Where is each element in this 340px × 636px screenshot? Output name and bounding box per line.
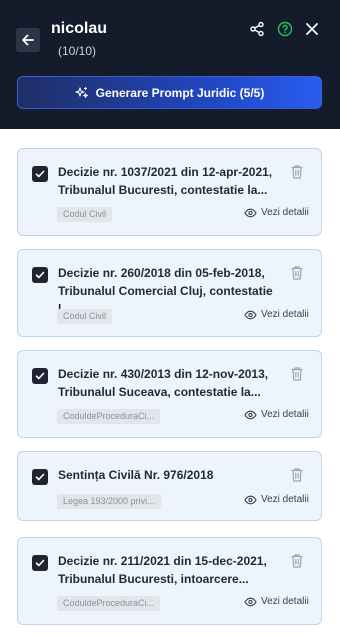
- case-title[interactable]: Decizie nr. 430/2013 din 12-nov-2013, Tr…: [58, 365, 286, 401]
- trash-icon[interactable]: [290, 265, 304, 281]
- eye-icon: [244, 310, 257, 319]
- law-tag: Codul Civil: [57, 309, 113, 324]
- view-details-link[interactable]: Vezi detalii: [244, 309, 309, 320]
- eye-icon: [244, 597, 257, 606]
- case-checkbox[interactable]: [32, 555, 48, 571]
- view-details-link[interactable]: Vezi detalii: [244, 596, 309, 607]
- case-card: Decizie nr. 211/2021 din 15-dec-2021, Tr…: [17, 537, 322, 625]
- view-details-label: Vezi detalii: [261, 309, 309, 320]
- generate-prompt-button[interactable]: Generare Prompt Juridic (5/5): [17, 76, 322, 109]
- case-checkbox[interactable]: [32, 166, 48, 182]
- eye-icon: [244, 208, 257, 217]
- law-tag: CoduldeProceduraCi...: [57, 409, 161, 424]
- case-checkbox[interactable]: [32, 267, 48, 283]
- check-icon: [35, 372, 45, 380]
- view-details-link[interactable]: Vezi detalii: [244, 207, 309, 218]
- law-tag: Legea 193/2000 privi...: [57, 494, 161, 509]
- case-title[interactable]: Sentința Civilă Nr. 976/2018: [58, 466, 286, 484]
- help-button[interactable]: [275, 19, 295, 39]
- case-card: Decizie nr. 260/2018 din 05-feb-2018, Tr…: [17, 249, 322, 337]
- eye-icon: [244, 410, 257, 419]
- view-details-label: Vezi detalii: [261, 494, 309, 505]
- sparkles-icon: [75, 86, 88, 98]
- case-title[interactable]: Decizie nr. 1037/2021 din 12-apr-2021, T…: [58, 163, 286, 199]
- case-card: Sentința Civilă Nr. 976/2018 Legea 193/2…: [17, 451, 322, 521]
- view-details-label: Vezi detalii: [261, 409, 309, 420]
- generate-prompt-label: Generare Prompt Juridic (5/5): [95, 85, 265, 100]
- view-details-link[interactable]: Vezi detalii: [244, 409, 309, 420]
- view-details-link[interactable]: Vezi detalii: [244, 494, 309, 505]
- arrow-left-icon: [22, 34, 34, 46]
- header: nicolau (10/10) Generare Prompt Juridic …: [0, 0, 340, 129]
- page-title: nicolau: [51, 20, 108, 37]
- view-details-label: Vezi detalii: [261, 596, 309, 607]
- close-button[interactable]: [302, 19, 322, 39]
- law-tag: CoduldeProceduraCi...: [57, 596, 161, 611]
- check-icon: [35, 271, 45, 279]
- share-icon: [250, 21, 264, 37]
- check-icon: [35, 473, 45, 481]
- eye-icon: [244, 495, 257, 504]
- check-icon: [35, 170, 45, 178]
- share-button[interactable]: [247, 19, 267, 39]
- close-icon: [306, 23, 318, 35]
- view-details-label: Vezi detalii: [261, 207, 309, 218]
- case-checkbox[interactable]: [32, 469, 48, 485]
- trash-icon[interactable]: [290, 366, 304, 382]
- check-icon: [35, 559, 45, 567]
- trash-icon[interactable]: [290, 467, 304, 483]
- case-card: Decizie nr. 1037/2021 din 12-apr-2021, T…: [17, 148, 322, 236]
- selection-count: (10/10): [58, 44, 97, 58]
- trash-icon[interactable]: [290, 553, 304, 569]
- help-icon: [277, 21, 293, 37]
- trash-icon[interactable]: [290, 164, 304, 180]
- case-checkbox[interactable]: [32, 368, 48, 384]
- case-title[interactable]: Decizie nr. 211/2021 din 15-dec-2021, Tr…: [58, 552, 286, 588]
- law-tag: Codul Civil: [57, 207, 113, 222]
- case-card: Decizie nr. 430/2013 din 12-nov-2013, Tr…: [17, 350, 322, 438]
- back-button[interactable]: [16, 28, 40, 52]
